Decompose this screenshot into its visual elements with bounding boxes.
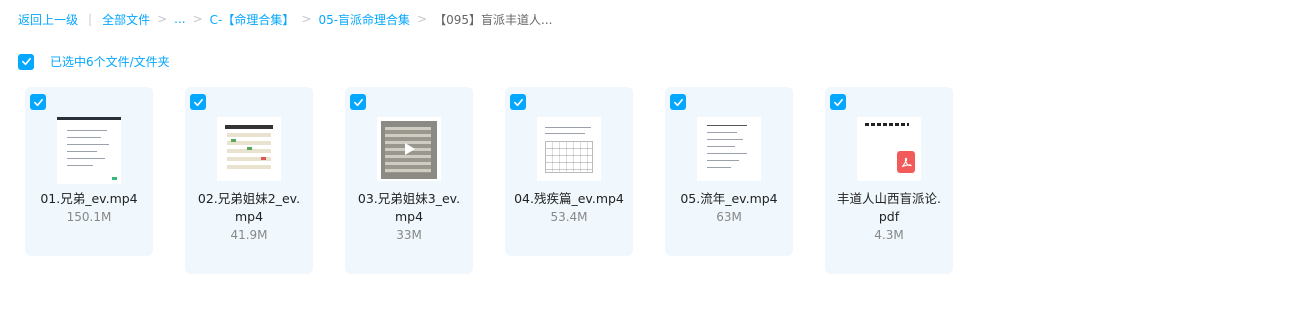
file-name-line1: 05.流年_ev.mp4 (680, 191, 778, 206)
file-name-line1: 丰道人山西盲派论. (837, 191, 941, 206)
file-name[interactable]: 04.残疾篇_ev.mp4 53.4M (505, 190, 633, 227)
breadcrumb-separator-icon: > (157, 12, 168, 26)
select-all-checkbox[interactable] (18, 53, 34, 70)
video-thumbnail (57, 117, 121, 184)
check-icon (193, 98, 203, 106)
file-name-line1: 01.兄弟_ev.mp4 (40, 191, 138, 206)
file-card[interactable]: 04.残疾篇_ev.mp4 53.4M (505, 87, 633, 256)
check-icon (513, 98, 523, 106)
file-name-line1: 02.兄弟姐妹2_ev. (197, 191, 301, 206)
back-link[interactable]: 返回上一级 (18, 11, 78, 28)
breadcrumb-divider: | (88, 12, 93, 26)
file-card[interactable]: 丰道人山西盲派论. pdf 4.3M (825, 87, 953, 274)
file-size: 63M (716, 210, 742, 224)
file-checkbox[interactable] (510, 94, 526, 110)
file-size: 4.3M (874, 228, 904, 242)
pdf-thumbnail (857, 117, 921, 181)
breadcrumb-separator-icon: > (192, 12, 203, 26)
breadcrumb-all-files[interactable]: 全部文件 (102, 11, 150, 28)
check-icon (833, 98, 843, 106)
file-size: 41.9M (230, 228, 268, 242)
file-card[interactable]: 03.兄弟姐妹3_ev. mp4 33M (345, 87, 473, 274)
play-icon (405, 143, 415, 155)
file-card[interactable]: 01.兄弟_ev.mp4 150.1M (25, 87, 153, 256)
file-checkbox[interactable] (350, 94, 366, 110)
file-name[interactable]: 丰道人山西盲派论. pdf 4.3M (825, 190, 953, 245)
breadcrumb-level2[interactable]: 05-盲派命理合集 (318, 11, 410, 28)
select-all-row: 已选中6个文件/文件夹 (18, 53, 170, 70)
file-checkbox[interactable] (670, 94, 686, 110)
breadcrumb-separator-icon: > (301, 12, 312, 26)
check-icon (33, 98, 43, 106)
breadcrumb: 返回上一级 | 全部文件 > ... > C-【命理合集】 > 05-盲派命理合… (18, 10, 552, 28)
file-size: 33M (396, 228, 422, 242)
check-icon (673, 98, 683, 106)
file-name-line1: 03.兄弟姐妹3_ev. (357, 191, 461, 206)
file-checkbox[interactable] (830, 94, 846, 110)
file-name[interactable]: 01.兄弟_ev.mp4 150.1M (25, 190, 153, 227)
file-size: 53.4M (550, 210, 588, 224)
check-icon (353, 98, 363, 106)
video-thumbnail (537, 117, 601, 181)
file-name-line1: 04.残疾篇_ev.mp4 (514, 191, 624, 206)
breadcrumb-separator-icon: > (417, 12, 428, 26)
file-name-line2: pdf (878, 209, 900, 224)
video-thumbnail (697, 117, 761, 181)
pdf-icon (897, 151, 915, 173)
video-thumbnail (217, 117, 281, 181)
file-name[interactable]: 03.兄弟姐妹3_ev. mp4 33M (345, 190, 473, 245)
file-name[interactable]: 02.兄弟姐妹2_ev. mp4 41.9M (185, 190, 313, 245)
file-name-line2: mp4 (394, 209, 424, 224)
file-name[interactable]: 05.流年_ev.mp4 63M (665, 190, 793, 227)
breadcrumb-current: 【095】盲派丰道人... (434, 12, 553, 27)
file-card[interactable]: 05.流年_ev.mp4 63M (665, 87, 793, 256)
file-checkbox[interactable] (30, 94, 46, 110)
file-name-line2: mp4 (234, 209, 264, 224)
pdf-icon (901, 157, 912, 167)
video-thumbnail (377, 117, 441, 181)
file-size: 150.1M (66, 210, 112, 224)
selection-count-label: 已选中6个文件/文件夹 (50, 55, 170, 69)
file-checkbox[interactable] (190, 94, 206, 110)
breadcrumb-level1[interactable]: C-【命理合集】 (210, 11, 295, 28)
check-icon (21, 57, 31, 66)
breadcrumb-ellipsis[interactable]: ... (174, 12, 185, 26)
file-card[interactable]: 02.兄弟姐妹2_ev. mp4 41.9M (185, 87, 313, 274)
